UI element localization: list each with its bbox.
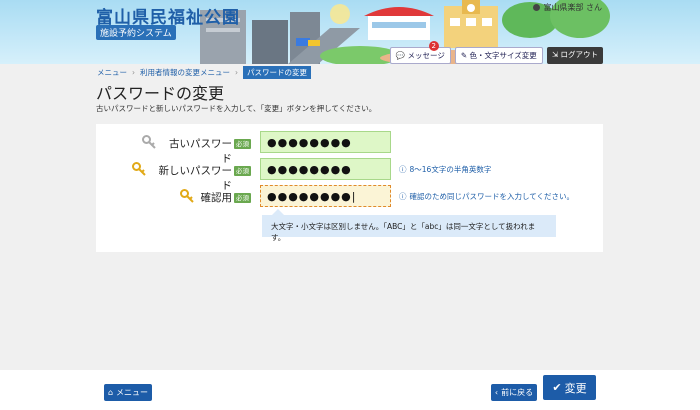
required-badge: 必須: [234, 166, 251, 176]
page-title: パスワードの変更: [96, 84, 225, 103]
chat-icon: 💬: [395, 51, 406, 60]
new-password-input[interactable]: ●●●●●●●●: [260, 158, 391, 180]
site-header: 富山県民福祉公園 施設予約システム 富山県楽部 さん 💬 メッセージ 2 ✎ 色…: [0, 0, 700, 64]
menu-button-label: メニュー: [116, 388, 149, 397]
home-icon: ⌂: [107, 388, 114, 397]
logout-label: ログアウト: [560, 50, 599, 59]
breadcrumb-menu[interactable]: メニュー: [97, 67, 127, 78]
message-label: メッセージ: [407, 51, 445, 60]
new-password-hint: ⓘ 8～16文字の半角英数字: [399, 164, 491, 175]
new-password-hint-text: 8～16文字の半角英数字: [409, 165, 492, 174]
confirm-password-hint-text: 確認のため同じパスワードを入力してください。: [409, 192, 575, 201]
breadcrumb: メニュー › 利用者情報の変更メニュー › パスワードの変更: [97, 66, 311, 79]
back-button[interactable]: ‹ 前に戻る: [491, 384, 537, 401]
user-name: 富山県楽部 さん: [543, 3, 602, 12]
confirm-password-label: 確認用: [200, 192, 233, 204]
menu-button[interactable]: ⌂ メニュー: [104, 384, 152, 401]
message-button[interactable]: 💬 メッセージ 2: [389, 41, 451, 64]
submit-button[interactable]: ✔ 変更: [543, 375, 596, 400]
info-icon: ⓘ: [399, 192, 407, 201]
person-icon: [533, 4, 541, 11]
submit-button-label: 変更: [564, 381, 587, 395]
password-form: 古いパスワード 必須 ●●●●●●●● 新しいパスワード 必須 ●●●●●●●●…: [96, 124, 603, 252]
new-password-row: 新しいパスワード 必須 ●●●●●●●● ⓘ 8～16文字の半角英数字: [96, 157, 603, 192]
footer-bar: ⌂ メニュー ‹ 前に戻る ✔ 変更: [0, 370, 700, 410]
breadcrumb-user-info-menu[interactable]: 利用者情報の変更メニュー: [140, 67, 230, 78]
confirm-password-row: 確認用 必須 ●●●●●●●●| ⓘ 確認のため同じパスワードを入力してください。: [96, 184, 603, 208]
user-info: 富山県楽部 さん: [533, 2, 602, 13]
required-badge: 必須: [234, 139, 251, 149]
chevron-right-icon: ›: [235, 68, 238, 77]
key-icon: [142, 135, 156, 149]
old-password-row: 古いパスワード 必須 ●●●●●●●●: [96, 130, 603, 165]
key-icon: [132, 162, 146, 176]
page-instruction: 古いパスワードと新しいパスワードを入力して、「変更」ボタンを押してください。: [96, 104, 377, 113]
header-actions: 💬 メッセージ 2 ✎ 色・文字サイズ変更 ⇲ ログアウト: [389, 41, 603, 64]
check-icon: ✔: [552, 381, 562, 394]
site-subtitle: 施設予約システム: [96, 25, 176, 40]
info-icon: ⓘ: [399, 165, 407, 174]
old-password-input[interactable]: ●●●●●●●●: [260, 131, 391, 153]
case-insensitive-tooltip: 大文字・小文字は区別しません。「ABC」と「abc」は同一文字として扱われます。: [262, 209, 556, 242]
breadcrumb-current: パスワードの変更: [243, 66, 311, 79]
color-size-label: 色・文字サイズ変更: [469, 51, 537, 60]
confirm-password-hint: ⓘ 確認のため同じパスワードを入力してください。: [399, 191, 574, 202]
chevron-left-icon: ‹: [494, 388, 499, 397]
color-size-button[interactable]: ✎ 色・文字サイズ変更: [454, 47, 543, 64]
required-badge: 必須: [234, 193, 251, 203]
confirm-password-input[interactable]: ●●●●●●●●|: [260, 185, 391, 207]
pencil-icon: ✎: [460, 51, 468, 60]
back-button-label: 前に戻る: [501, 388, 534, 397]
logout-button[interactable]: ⇲ ログアウト: [546, 47, 603, 64]
message-count-badge: 2: [428, 41, 439, 51]
logout-icon: ⇲: [551, 50, 559, 59]
chevron-right-icon: ›: [132, 68, 135, 77]
